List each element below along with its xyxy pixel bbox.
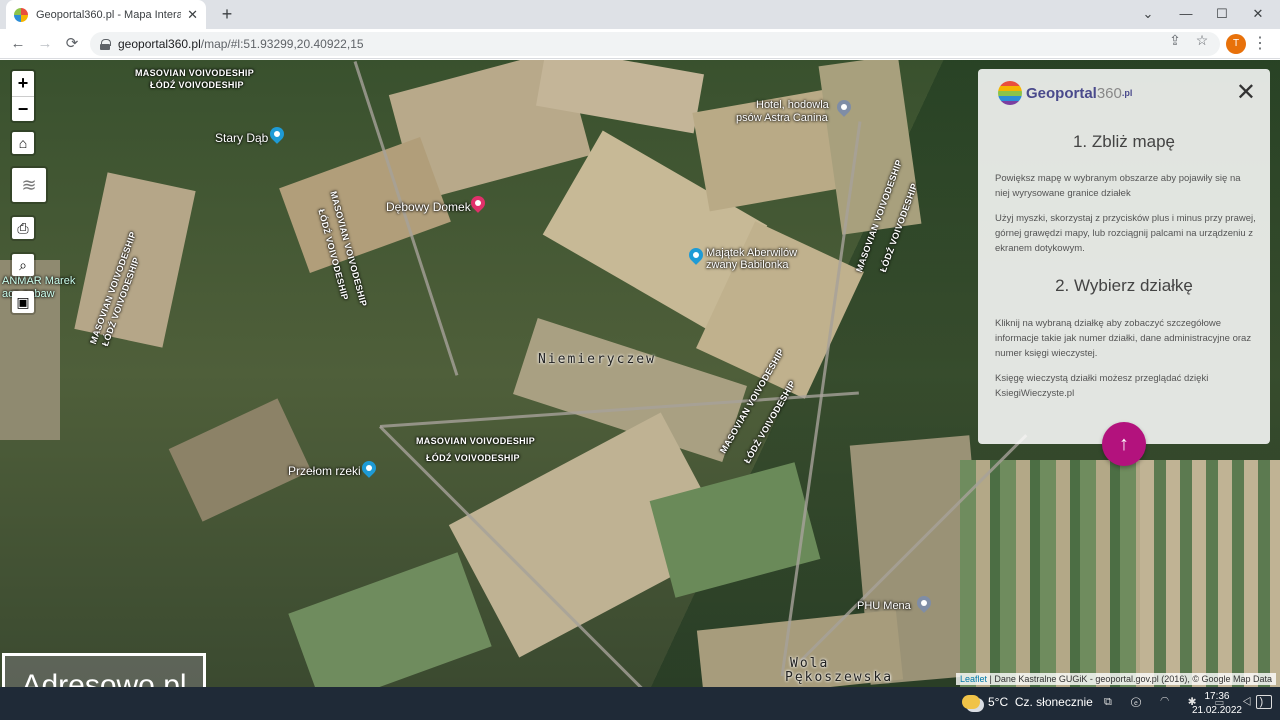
zoom-control: + −: [10, 69, 36, 123]
geoportal-favicon-icon: [14, 7, 28, 22]
taskbar: 5°C Cz. słonecznie ⧉ ⓔ ◠ ✱ ▭ ◁) 17:36 21…: [0, 687, 1280, 720]
map-field: [288, 552, 492, 687]
map-label: psów Astra Canina: [736, 112, 828, 124]
print-icon: ⎙: [17, 220, 29, 236]
map-label: ŁÓDŹ VOIVODESHIP: [426, 453, 520, 463]
lock-icon: [100, 38, 111, 50]
measure-button[interactable]: ▣: [10, 289, 36, 315]
bookmark-star-icon[interactable]: ☆: [1192, 32, 1212, 49]
collapse-panel-button[interactable]: ↑: [1102, 422, 1146, 466]
step2-paragraph2: Księgę wieczystą działki możesz przegląd…: [995, 373, 1209, 399]
print-button[interactable]: ⎙: [10, 215, 36, 241]
system-tray-icons[interactable]: ⧉ ⓔ ◠ ✱ ▭ ◁): [1104, 696, 1271, 709]
map-label: Dębowy Domek: [386, 200, 471, 214]
address-bar: ← → ⟳ geoportal360.pl/map/#l:51.93299,20…: [0, 29, 1280, 59]
partly-sunny-icon: [962, 695, 980, 709]
browser-menu-icon[interactable]: ⋮: [1252, 34, 1268, 54]
minimize-button[interactable]: —: [1168, 0, 1204, 29]
logo-tld: .pl: [1121, 88, 1133, 98]
step2-paragraph1: Kliknij na wybraną działkę aby zobaczyć …: [995, 318, 1252, 359]
tab-title: Geoportal360.pl - Mapa Interakty: [36, 8, 182, 21]
step2-title: 2. Wybierz działkę: [1055, 276, 1193, 295]
map-label: Stary Dąb: [215, 131, 269, 145]
map-label: MASOVIAN VOIVODESHIP: [135, 68, 255, 78]
zoom-out-button[interactable]: −: [12, 96, 34, 121]
map-label: Majątek Aberwilów: [706, 247, 798, 259]
step1-paragraph1: Powiększ mapę w wybranym obszarze aby po…: [995, 173, 1241, 199]
geoportal-logo-icon: [998, 81, 1022, 105]
map-attribution: Leaflet | Dane Kastralne GUGiK - geoport…: [956, 673, 1276, 685]
map-label: Hotel, hodowla: [756, 99, 829, 111]
clock-time: 17:36: [1204, 691, 1230, 702]
map-field: [960, 460, 1140, 687]
arrow-up-icon: ↑: [1119, 433, 1129, 455]
weather-widget[interactable]: 5°C Cz. słonecznie: [962, 695, 1093, 709]
map-field: [168, 398, 312, 522]
town-label: Wola: [790, 656, 830, 671]
tab-close-icon[interactable]: ✕: [187, 7, 198, 23]
layers-button[interactable]: ≋: [10, 166, 48, 204]
tourist-attraction-pin-icon[interactable]: [359, 458, 379, 479]
geoportal-logo: Geoportal 360 .pl: [998, 81, 1132, 105]
leaflet-link[interactable]: Leaflet: [960, 674, 987, 684]
step1-title: 1. Zbliż mapę: [1072, 132, 1176, 151]
map-field: [0, 260, 60, 440]
map-label: MASOVIAN VOIVODESHIP: [416, 436, 536, 446]
clock[interactable]: 17:36 21.02.2022: [1192, 690, 1242, 718]
home-button[interactable]: ⌂: [10, 130, 36, 156]
logo-number: 360: [1096, 84, 1122, 102]
search-button[interactable]: ⌕: [10, 252, 36, 278]
browser-tab[interactable]: Geoportal360.pl - Mapa Interakty ✕: [6, 0, 206, 29]
share-icon[interactable]: ⇪: [1165, 32, 1185, 49]
zoom-in-button[interactable]: +: [12, 71, 34, 96]
location-pin-icon[interactable]: [834, 97, 854, 118]
temperature: 5°C: [988, 695, 1009, 709]
clock-date: 21.02.2022: [1191, 705, 1242, 716]
weather-description: Cz. słonecznie: [1014, 695, 1093, 709]
back-button[interactable]: ←: [8, 34, 28, 54]
location-pin-icon[interactable]: [914, 593, 934, 614]
new-tab-button[interactable]: +: [216, 3, 238, 25]
layers-icon: ≋: [21, 175, 37, 195]
logo-text: Geoportal: [1026, 84, 1097, 102]
notifications-icon[interactable]: [1256, 695, 1272, 709]
panel-close-icon[interactable]: ✕: [1236, 81, 1256, 105]
step1-paragraph2: Użyj myszki, skorzystaj z przycisków plu…: [995, 213, 1256, 254]
town-label: Niemieryczew: [538, 352, 656, 367]
tab-bar: Geoportal360.pl - Mapa Interakty ✕ + ⌄ —…: [0, 0, 1280, 29]
url-host: geoportal360.pl: [118, 37, 201, 51]
url-path: /map/#l:51.93299,20.40922,15: [200, 37, 364, 51]
map-label: ŁÓDŹ VOIVODESHIP: [150, 80, 244, 90]
search-icon: ⌕: [19, 257, 27, 273]
tourist-attraction-pin-icon[interactable]: [686, 245, 706, 266]
tab-search-chevron-icon[interactable]: ⌄: [1130, 0, 1166, 29]
map-label: Przełom rzeki: [288, 464, 361, 478]
home-icon: ⌂: [18, 135, 28, 151]
map-label: zwany Babilonka: [706, 259, 789, 271]
map-label: PHU Mena: [857, 600, 911, 612]
maximize-button[interactable]: ☐: [1204, 0, 1240, 29]
profile-avatar[interactable]: T: [1226, 34, 1246, 54]
forward-button[interactable]: →: [35, 34, 55, 54]
window-close-button[interactable]: ✕: [1240, 0, 1276, 29]
reload-button[interactable]: ⟳: [62, 34, 82, 54]
map-field: [1140, 460, 1280, 687]
hotel-pin-icon[interactable]: [468, 193, 488, 214]
instructions-panel: Geoportal 360 .pl ✕ 1. Zbliż mapę Powiększ…: [978, 69, 1270, 444]
tourist-attraction-pin-icon[interactable]: [267, 124, 287, 145]
attribution-text: | Dane Kastralne GUGiK - geoportal.gov.p…: [987, 674, 1272, 684]
measure-icon: ▣: [16, 294, 30, 310]
url-field[interactable]: geoportal360.pl/map/#l:51.93299,20.40922…: [90, 32, 1220, 56]
town-label: Pękoszewska: [785, 670, 894, 685]
